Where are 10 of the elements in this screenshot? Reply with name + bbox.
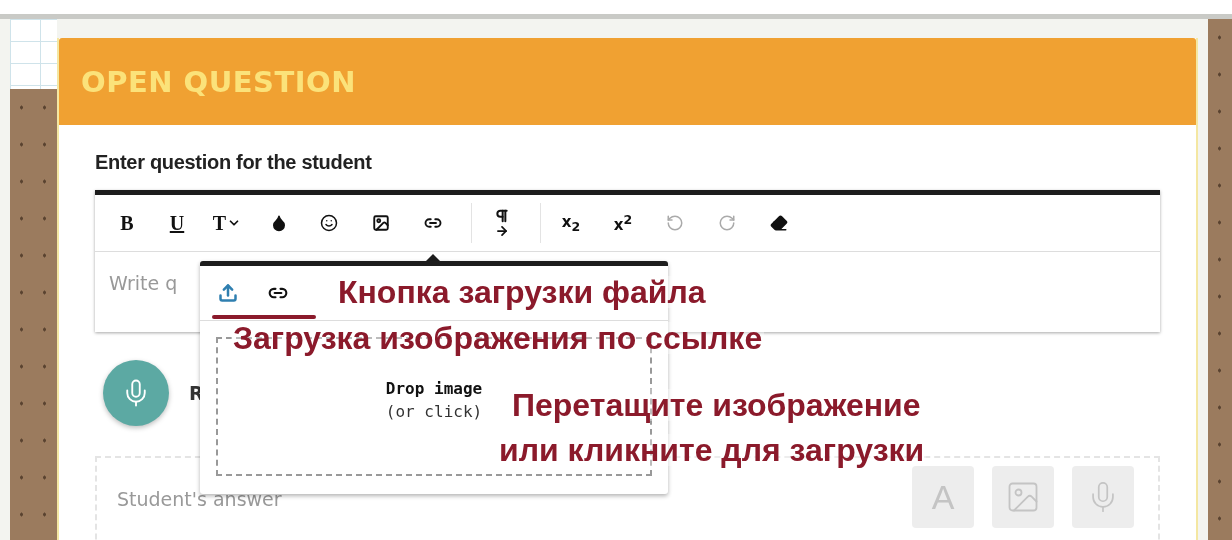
field-label: Enter question for the student: [95, 151, 373, 174]
placeholder-text: Write q: [109, 272, 178, 294]
placeholder-text: Student's answer: [117, 488, 282, 510]
card-title: OPEN QUESTION: [81, 64, 356, 99]
annotation-text: или кликните для загрузки: [499, 434, 925, 466]
drop-hint: (or click): [385, 402, 483, 421]
drop-title: Drop image: [385, 379, 483, 398]
annotation-text: Загрузка изображения по ссылке: [233, 322, 763, 354]
annotation-text: Кнопка загрузки файла: [338, 276, 706, 308]
annotation-text: Перетащите изображение: [512, 389, 921, 421]
